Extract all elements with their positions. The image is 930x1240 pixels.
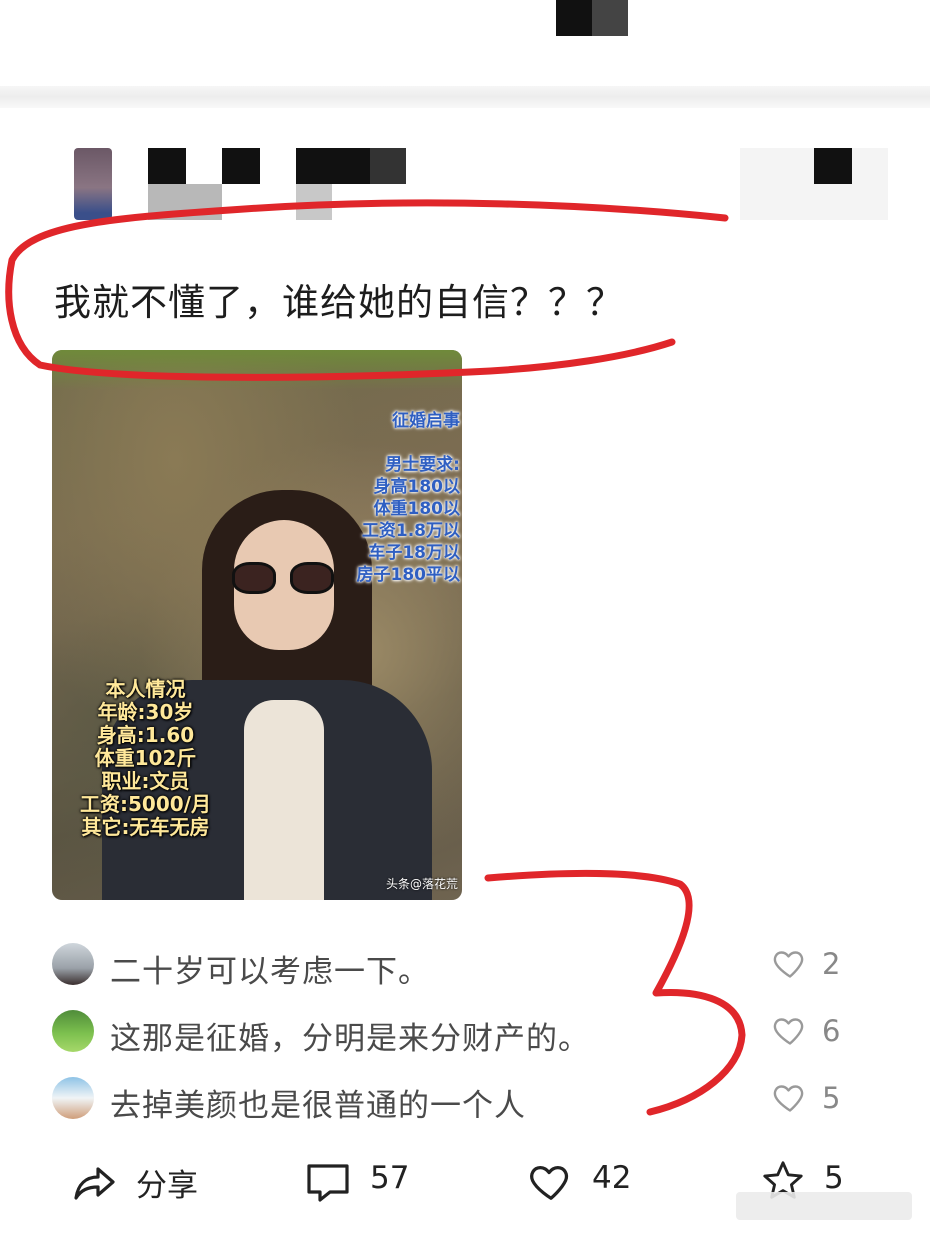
redaction-block — [814, 148, 852, 184]
redacted-author-name — [222, 148, 260, 184]
author-row — [74, 148, 894, 220]
redaction-block — [592, 0, 628, 36]
overlay-line: 本人情况 — [105, 677, 186, 701]
image-overlay-requirements: 征婚启事 男士要求: 身高180以 体重180以 工资1.8万以 车子18万以 … — [357, 410, 461, 586]
overlay-line: 工资:5000/月 — [80, 792, 211, 816]
comment-item[interactable]: 二十岁可以考虑一下。 2 — [52, 943, 852, 990]
redacted-author-name — [148, 148, 186, 184]
image-foliage — [52, 350, 462, 390]
overlay-line: 车子18万以 — [368, 543, 460, 563]
heart-icon[interactable] — [772, 1079, 808, 1115]
image-overlay-profile: 本人情况 年龄:30岁 身高:1.60 体重102斤 职业:文员 工资:5000… — [80, 678, 211, 839]
share-label: 分享 — [136, 1168, 198, 1204]
redacted-header — [556, 0, 628, 36]
post-image[interactable]: 征婚启事 男士要求: 身高180以 体重180以 工资1.8万以 车子18万以 … — [52, 350, 462, 900]
heart-icon — [530, 1165, 569, 1200]
share-icon — [74, 1167, 115, 1200]
comment-text: 二十岁可以考虑一下。 — [110, 954, 430, 990]
overlay-line: 身高180以 — [373, 477, 461, 497]
comment-text: 这那是征婚，分明是来分财产的。 — [110, 1021, 590, 1057]
comment-count: 57 — [370, 1160, 410, 1196]
overlay-line: 年龄:30岁 — [97, 700, 194, 724]
section-divider — [0, 86, 930, 108]
comment-like-count: 2 — [822, 947, 841, 981]
comment-item[interactable]: 这那是征婚，分明是来分财产的。 6 — [52, 1010, 852, 1057]
redacted-author-meta — [148, 184, 222, 220]
redacted-author-name — [370, 148, 406, 184]
overlay-line: 房子180平以 — [356, 565, 461, 585]
heart-icon[interactable] — [772, 945, 808, 981]
image-watermark: 头条@落花荒 — [385, 877, 458, 891]
post-text: 我就不懂了，谁给她的自信？？？ — [54, 281, 624, 324]
overlay-line: 其它:无车无房 — [81, 815, 210, 839]
commenter-avatar[interactable] — [52, 1077, 94, 1119]
overlay-title: 征婚启事 — [392, 411, 460, 431]
overlay-line: 男士要求: — [385, 455, 460, 475]
redaction-block — [556, 0, 592, 36]
comment-like-count: 6 — [822, 1014, 841, 1048]
comment-icon — [307, 1164, 349, 1202]
comment-like-count: 5 — [822, 1081, 841, 1115]
overlay-line: 体重180以 — [373, 499, 461, 519]
overlay-line: 工资1.8万以 — [361, 521, 460, 541]
blurred-watermark — [736, 1192, 912, 1220]
sunglasses — [232, 562, 336, 596]
author-avatar[interactable] — [74, 148, 112, 220]
heart-icon[interactable] — [772, 1012, 808, 1048]
like-count: 42 — [592, 1160, 632, 1196]
comment-item[interactable]: 去掉美颜也是很普通的一个人 5 — [52, 1077, 852, 1124]
follow-button[interactable] — [740, 148, 888, 220]
commenter-avatar[interactable] — [52, 1010, 94, 1052]
overlay-line: 体重102斤 — [94, 746, 197, 770]
commenter-avatar[interactable] — [52, 943, 94, 985]
overlay-line: 身高:1.60 — [96, 723, 195, 747]
overlay-line: 职业:文员 — [101, 769, 190, 793]
favorite-count: 5 — [824, 1160, 844, 1196]
comment-text: 去掉美颜也是很普通的一个人 — [110, 1088, 526, 1124]
redacted-author-name — [296, 148, 370, 184]
redacted-author-meta — [296, 184, 332, 220]
